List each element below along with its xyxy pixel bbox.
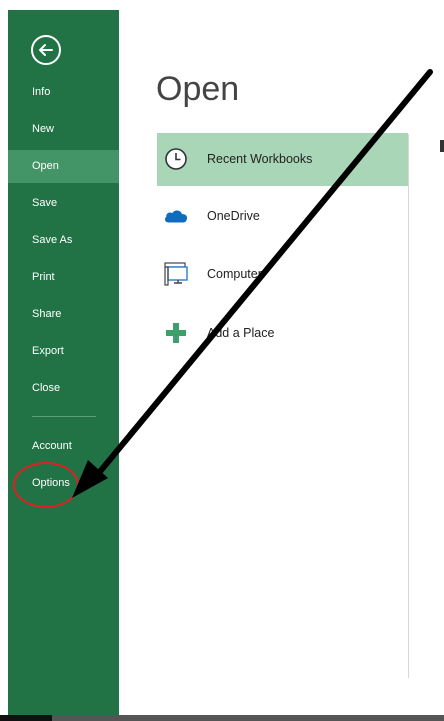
- back-arrow-icon: [39, 44, 53, 56]
- nav-item-export[interactable]: Export: [8, 335, 119, 368]
- nav-item-share[interactable]: Share: [8, 298, 119, 331]
- location-label: Recent Workbooks: [207, 152, 313, 166]
- location-label: Add a Place: [207, 326, 275, 340]
- back-button[interactable]: [31, 35, 61, 65]
- location-recent-workbooks[interactable]: Recent Workbooks: [157, 133, 408, 186]
- nav-item-close[interactable]: Close: [8, 372, 119, 405]
- right-panel-edge-mark: [440, 140, 444, 152]
- location-label: Computer: [207, 267, 262, 281]
- taskbar-segment: [0, 715, 52, 721]
- backstage-sidebar: Info New Open Save Save As Print Share E…: [8, 10, 119, 715]
- nav-item-print[interactable]: Print: [8, 261, 119, 294]
- location-onedrive[interactable]: OneDrive: [157, 190, 408, 243]
- panel-divider: [408, 134, 409, 678]
- sidebar-divider: [32, 416, 96, 417]
- nav-item-open[interactable]: Open: [8, 150, 119, 183]
- clock-icon: [163, 146, 189, 172]
- computer-icon: [163, 261, 189, 287]
- nav-item-account[interactable]: Account: [8, 430, 119, 463]
- page-title: Open: [156, 70, 240, 108]
- nav-item-info[interactable]: Info: [8, 76, 119, 109]
- location-computer[interactable]: Computer: [157, 248, 408, 301]
- location-add-a-place[interactable]: Add a Place: [157, 307, 408, 360]
- nav-item-save[interactable]: Save: [8, 187, 119, 220]
- plus-icon: [163, 320, 189, 346]
- location-label: OneDrive: [207, 209, 260, 223]
- nav-item-save-as[interactable]: Save As: [8, 224, 119, 257]
- taskbar-strip: [0, 715, 444, 721]
- nav-item-new[interactable]: New: [8, 113, 119, 146]
- nav-item-options[interactable]: Options: [8, 467, 119, 500]
- cloud-icon: [163, 203, 189, 229]
- window-frame-left: [0, 0, 8, 721]
